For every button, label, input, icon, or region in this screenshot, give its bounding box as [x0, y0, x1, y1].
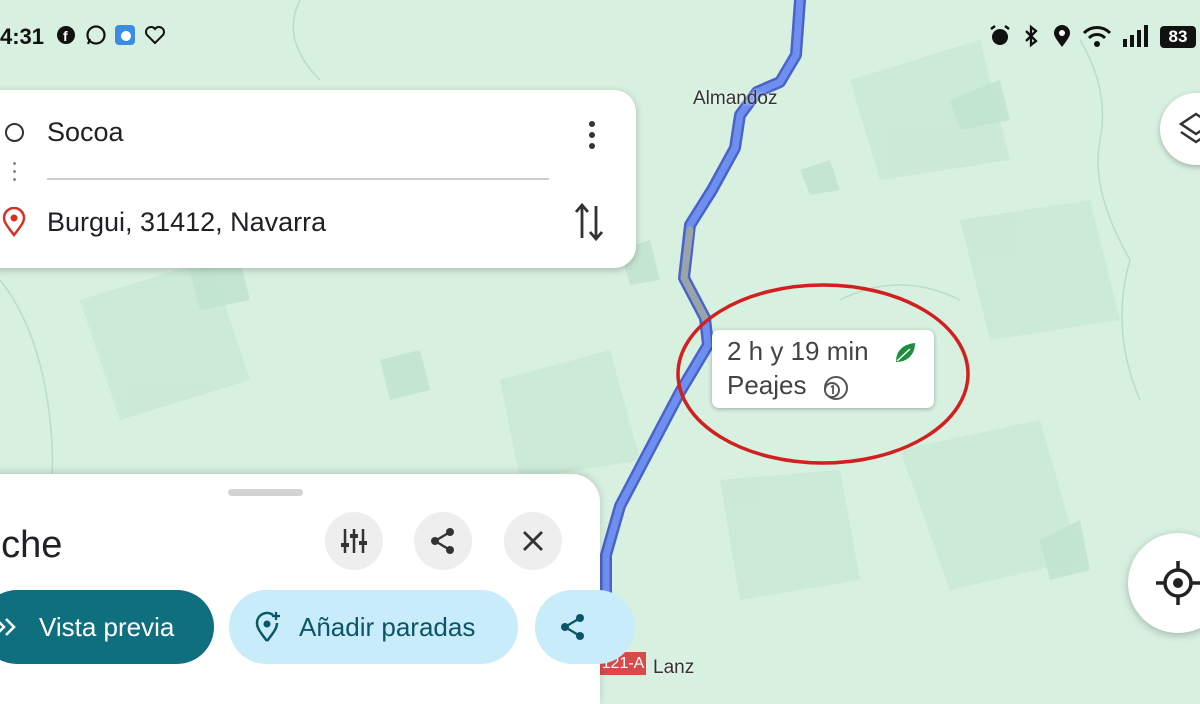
town-label-lanz: Lanz: [653, 657, 695, 678]
destination-field[interactable]: Burgui, 31412, Navarra: [47, 207, 326, 238]
preview-button-label: Vista previa: [39, 612, 175, 642]
directions-card: Socoa Burgui, 31412, Navarra: [0, 90, 636, 268]
share-route-button[interactable]: [414, 512, 472, 570]
status-bar: 4:31 f 83: [0, 0, 1200, 75]
crosshair-icon: [1156, 561, 1200, 605]
tolls-label: Peajes: [727, 370, 807, 400]
facebook-icon: f: [57, 26, 75, 44]
more-options-icon[interactable]: [578, 120, 606, 150]
bottom-sheet: oche Vista previa Añadir paradas: [0, 474, 635, 704]
origin-circle-icon: [5, 123, 24, 142]
whatsapp-icon: [86, 25, 106, 45]
share-icon: [561, 614, 584, 640]
add-stops-button-label: Añadir paradas: [299, 612, 476, 642]
location-icon: [1054, 25, 1070, 47]
alarm-icon: [990, 25, 1010, 45]
add-stop-pin-icon: [255, 611, 280, 642]
weather-icon: [115, 25, 135, 45]
origin-field[interactable]: Socoa: [47, 117, 124, 148]
share-icon: [431, 528, 454, 554]
route-duration: 2 h y 19 min: [727, 336, 869, 366]
route-dots-icon: [13, 162, 16, 186]
route-info-callout[interactable]: 2 h y 19 min Peajes: [712, 330, 934, 408]
signal-icon: [1123, 25, 1148, 47]
battery-indicator: 83: [1160, 26, 1196, 48]
close-icon: [523, 531, 543, 551]
close-directions-button[interactable]: [504, 512, 562, 570]
forward-arrows-icon: [0, 618, 16, 636]
layers-icon: [1178, 112, 1200, 144]
swap-icon[interactable]: [573, 202, 605, 242]
toll-icon: [824, 376, 848, 400]
add-stops-button[interactable]: Añadir paradas: [229, 590, 518, 664]
svg-text:f: f: [63, 28, 68, 44]
heart-icon: [145, 26, 165, 45]
share-directions-button[interactable]: [535, 590, 635, 664]
bluetooth-icon: [1025, 24, 1038, 48]
sliders-icon: [341, 529, 367, 553]
field-divider: [47, 178, 549, 180]
wifi-icon: [1082, 26, 1112, 47]
travel-mode-title: oche: [0, 524, 63, 566]
town-label-almandoz: Almandoz: [693, 88, 778, 109]
preview-button[interactable]: Vista previa: [0, 590, 214, 664]
route-options-button[interactable]: [325, 512, 383, 570]
status-time: 4:31: [0, 24, 45, 49]
eco-leaf-icon: [896, 343, 915, 362]
drag-handle[interactable]: [228, 489, 303, 496]
destination-pin-icon: [2, 207, 26, 237]
